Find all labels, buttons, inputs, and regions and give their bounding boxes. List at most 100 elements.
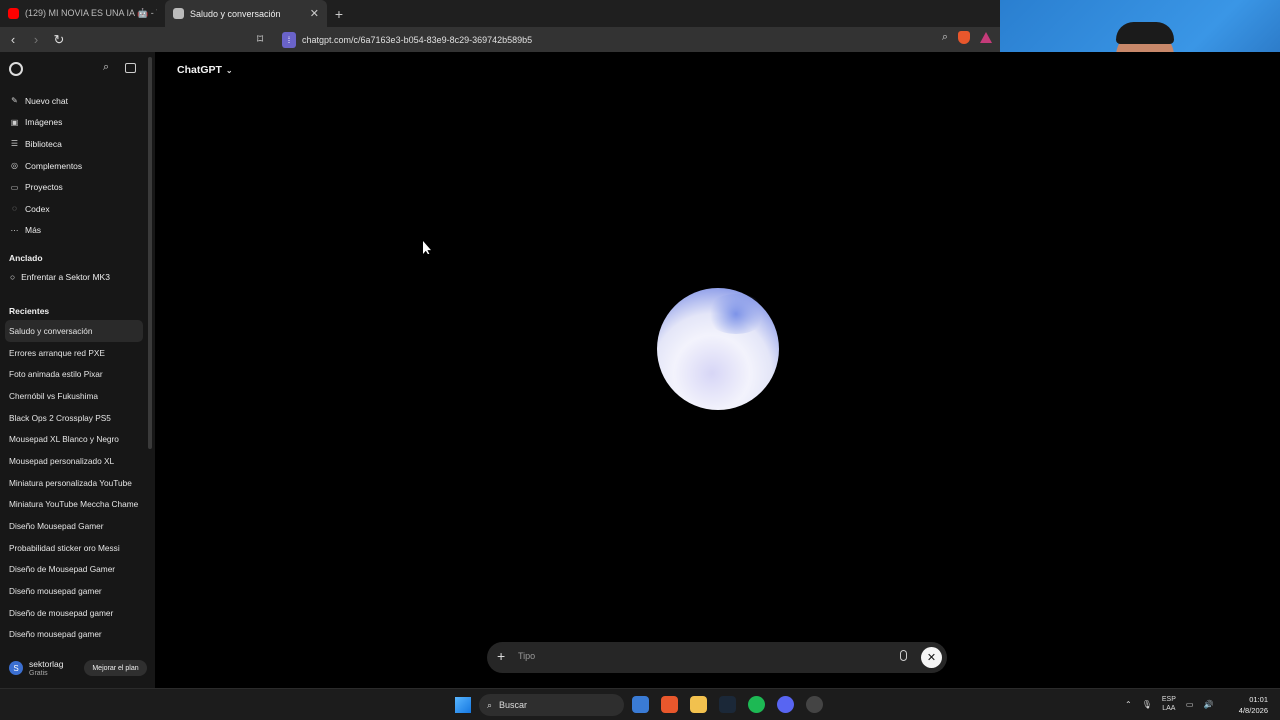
chat-item[interactable]: Diseño de mousepad gamer	[0, 602, 148, 624]
system-tray: ⌃ 🎙 ESP LAA ▭ 🔊	[1125, 695, 1213, 713]
discord-icon[interactable]	[777, 696, 794, 713]
plus-icon: +	[334, 5, 344, 22]
language-code: ESP	[1161, 696, 1176, 703]
mouse-cursor-icon	[423, 241, 431, 254]
sidebar-item-label: Imágenes	[25, 117, 63, 128]
windows-start-icon[interactable]	[455, 697, 471, 713]
address-bar[interactable]: ⁞ chatgpt.com/c/6a7163e3-b054-83e9-8c29-…	[282, 31, 532, 48]
sidebar-item-images[interactable]: ▣ Imágenes	[0, 112, 148, 134]
chat-item[interactable]: Probabilidad sticker oro Messi	[0, 537, 148, 559]
user-plan: Gratis	[29, 670, 48, 677]
apps-icon: ◎	[11, 161, 18, 171]
chevron-up-icon[interactable]: ⌃	[1125, 700, 1132, 709]
sidebar-item-label: Nuevo chat	[25, 95, 68, 106]
sidebar-item-label: Más	[25, 225, 42, 236]
upgrade-plan-button[interactable]: Mejorar el plan	[84, 660, 147, 676]
sidebar-item-apps[interactable]: ◎ Complementos	[0, 155, 148, 177]
taskbar-search[interactable]: ⌕ Buscar	[479, 694, 624, 716]
pinned-item[interactable]: ○ Enfrentar a Sektor MK3	[0, 267, 148, 287]
youtube-icon	[8, 8, 19, 19]
openai-logo-icon[interactable]	[9, 62, 23, 76]
chat-item[interactable]: Diseño Mousepad Gamer	[0, 515, 148, 537]
folder-icon: ▭	[10, 182, 19, 192]
add-attachment-icon[interactable]: +	[497, 648, 505, 664]
brave-app-icon[interactable]	[661, 696, 678, 713]
zoom-icon[interactable]: ⌕	[942, 31, 948, 44]
user-menu[interactable]: S sektorlag Gratis Mejorar el plan	[0, 652, 155, 688]
main-area: ChatGPT ⌄ + Tipo ✕	[155, 52, 1280, 688]
user-name: sektorlag	[29, 659, 64, 669]
volume-icon[interactable]: 🔊	[1203, 700, 1213, 709]
microphone-icon[interactable]	[900, 650, 907, 661]
recents-list: Saludo y conversación Errores arranque r…	[0, 320, 148, 645]
reload-button[interactable]: ↻	[49, 30, 69, 50]
end-voice-button[interactable]: ✕	[921, 647, 942, 668]
voice-orb	[657, 288, 779, 410]
sidebar-item-projects[interactable]: ▭ Proyectos	[0, 176, 148, 198]
circle-icon: ○	[10, 272, 16, 282]
file-explorer-icon[interactable]	[690, 696, 707, 713]
brave-shields-icon[interactable]	[958, 31, 970, 44]
sidebar-item-more[interactable]: ⋯ Más	[0, 220, 148, 242]
spotify-icon[interactable]	[748, 696, 765, 713]
chat-item[interactable]: Diseño mousepad gamer	[0, 580, 148, 602]
chat-item[interactable]: Errores arranque red PXE	[0, 342, 148, 364]
url-text: chatgpt.com/c/6a7163e3-b054-83e9-8c29-36…	[302, 34, 533, 45]
bookmark-icon[interactable]: ⌑	[257, 32, 263, 46]
back-button[interactable]: ‹	[3, 30, 23, 50]
new-tab-button[interactable]: +	[327, 0, 351, 27]
chat-item[interactable]: Chernóbil vs Fukushima	[0, 385, 148, 407]
chat-item[interactable]: Foto animada estilo Pixar	[0, 363, 148, 385]
tab-chatgpt[interactable]: Saludo y conversación ✕	[165, 0, 327, 27]
taskbar-clock[interactable]: 01:01 4/8/2026	[1239, 694, 1268, 716]
sidebar-header: ⌕	[0, 60, 148, 80]
message-input[interactable]: Tipo	[518, 651, 535, 661]
chat-item[interactable]: Miniatura YouTube Meccha Chame	[0, 494, 148, 516]
search-icon[interactable]: ⌕	[103, 61, 109, 74]
taskbar-apps	[632, 696, 823, 713]
chat-item[interactable]: Mousepad personalizado XL	[0, 450, 148, 472]
recents-heading: Recientes	[9, 306, 50, 316]
model-selector[interactable]: ChatGPT ⌄	[177, 64, 233, 76]
windows-taskbar: ⌕ Buscar ⌃ 🎙 ESP LAA ▭ 🔊 01:01 4/8/2026	[0, 688, 1280, 720]
mic-tray-icon[interactable]: 🎙	[1142, 700, 1152, 709]
network-icon[interactable]: ▭	[1186, 700, 1194, 709]
tab-youtube[interactable]: (129) MI NOVIA ES UNA IA 🤖 - Y	[0, 0, 165, 27]
site-permissions-icon[interactable]: ⁞	[282, 31, 296, 48]
headphones-image	[1116, 22, 1174, 44]
tab-title: Saludo y conversación	[190, 8, 281, 19]
taskbar-search-label: Buscar	[499, 700, 528, 710]
steam-icon[interactable]	[719, 696, 736, 713]
settings-gear-icon[interactable]	[806, 696, 823, 713]
pinned-list: ○ Enfrentar a Sektor MK3	[0, 267, 148, 287]
image-icon: ▣	[10, 117, 19, 127]
toggle-sidebar-icon[interactable]	[125, 63, 136, 73]
sidebar-item-label: Codex	[25, 203, 50, 214]
composer: + Tipo ✕	[487, 642, 947, 673]
sidebar-item-library[interactable]: ☰ Biblioteca	[0, 133, 148, 155]
sidebar-item-codex[interactable]: ◌ Codex	[0, 198, 148, 220]
sidebar-scrollbar[interactable]	[148, 57, 152, 449]
close-tab-icon[interactable]: ✕	[310, 7, 319, 20]
photos-app-icon[interactable]	[632, 696, 649, 713]
chatgpt-favicon-icon	[173, 8, 184, 19]
chat-item-active[interactable]: Saludo y conversación	[5, 320, 143, 342]
forward-button[interactable]: ›	[26, 30, 46, 50]
browser-toolbar: ‹ › ↻ ⌑ ⁞ chatgpt.com/c/6a7163e3-b054-83…	[0, 27, 1000, 52]
clock-time: 01:01	[1249, 695, 1268, 704]
chat-item[interactable]: Black Ops 2 Crossplay PS5	[0, 407, 148, 429]
keyboard-layout: LAA	[1162, 705, 1176, 712]
chat-item[interactable]: Mousepad XL Blanco y Negro	[0, 428, 148, 450]
sidebar-item-label: Proyectos	[25, 182, 63, 193]
edit-icon: ✎	[11, 96, 18, 106]
chat-item[interactable]: Miniatura personalizada YouTube	[0, 472, 148, 494]
pinned-item-label: Enfrentar a Sektor MK3	[21, 272, 110, 282]
screen: (129) MI NOVIA ES UNA IA 🤖 - Y Saludo y …	[0, 0, 1280, 720]
tab-title: (129) MI NOVIA ES UNA IA 🤖 - Y	[25, 8, 157, 18]
brave-rewards-icon[interactable]	[980, 32, 992, 43]
chat-item[interactable]: Diseño mousepad gamer	[0, 624, 148, 646]
model-label: ChatGPT	[177, 64, 222, 76]
language-indicator[interactable]: ESP LAA	[1162, 695, 1176, 713]
sidebar-item-new-chat[interactable]: ✎ Nuevo chat	[0, 90, 148, 112]
chat-item[interactable]: Diseño de Mousepad Gamer	[0, 559, 148, 581]
